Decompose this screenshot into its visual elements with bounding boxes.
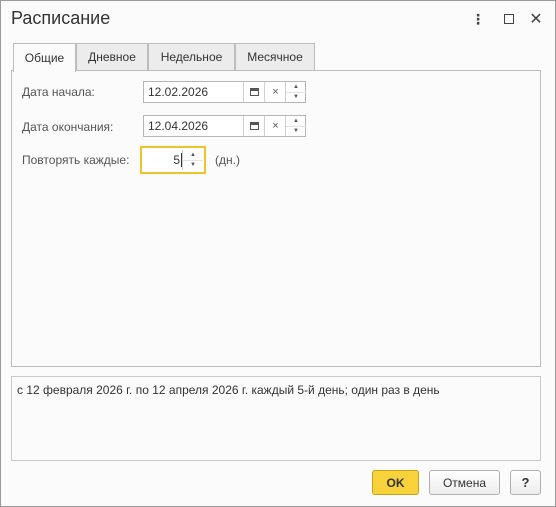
spin-down-icon[interactable]: ▼ <box>286 127 306 137</box>
tab-general[interactable]: Общие <box>13 43 76 72</box>
spin-down-icon[interactable]: ▼ <box>286 93 306 103</box>
calendar-icon[interactable] <box>243 116 264 136</box>
end-date-value[interactable]: 12.04.2026 <box>148 119 208 133</box>
date-spinner[interactable]: ▲ ▼ <box>285 82 306 102</box>
schedule-dialog: Расписание ⋮ ✕ Общие Дневное Недельное М… <box>0 0 556 507</box>
general-tab-panel: Дата начала: 12.02.2026 × ▲ ▼ Дата оконч… <box>11 70 541 367</box>
more-menu-icon[interactable]: ⋮ <box>468 9 488 29</box>
repeat-interval-input[interactable]: 5 ▲ ▼ <box>140 146 206 174</box>
spin-up-icon[interactable]: ▲ <box>286 116 306 127</box>
end-date-label: Дата окончания: <box>22 120 114 134</box>
ok-button[interactable]: OK <box>372 470 419 495</box>
title-bar: Расписание ⋮ ✕ <box>1 1 555 37</box>
start-date-field[interactable]: 12.02.2026 × ▲ ▼ <box>143 81 306 103</box>
help-button[interactable]: ? <box>510 470 541 495</box>
repeat-interval-value[interactable]: 5 <box>173 153 180 167</box>
tab-daily[interactable]: Дневное <box>76 43 148 70</box>
end-date-field[interactable]: 12.04.2026 × ▲ ▼ <box>143 115 306 137</box>
spin-up-icon[interactable]: ▲ <box>183 150 203 161</box>
spin-down-icon[interactable]: ▼ <box>183 161 203 171</box>
close-icon[interactable]: ✕ <box>526 9 546 29</box>
clear-icon[interactable]: × <box>264 116 286 136</box>
repeat-unit-label: (дн.) <box>215 153 240 167</box>
date-spinner[interactable]: ▲ ▼ <box>285 116 306 136</box>
repeat-every-label: Повторять каждые: <box>22 153 130 167</box>
maximize-icon[interactable] <box>499 9 519 29</box>
tab-monthly[interactable]: Месячное <box>235 43 315 70</box>
tab-weekly[interactable]: Недельное <box>148 43 235 70</box>
spin-up-icon[interactable]: ▲ <box>286 82 306 93</box>
dialog-title: Расписание <box>11 8 111 28</box>
summary-text: с 12 февраля 2026 г. по 12 апреля 2026 г… <box>17 383 440 397</box>
calendar-icon[interactable] <box>243 82 264 102</box>
cancel-button[interactable]: Отмена <box>429 470 500 495</box>
repeat-spinner[interactable]: ▲ ▼ <box>182 150 203 170</box>
start-date-value[interactable]: 12.02.2026 <box>148 85 208 99</box>
clear-icon[interactable]: × <box>264 82 286 102</box>
start-date-label: Дата начала: <box>22 85 95 99</box>
schedule-summary: с 12 февраля 2026 г. по 12 апреля 2026 г… <box>11 376 541 461</box>
